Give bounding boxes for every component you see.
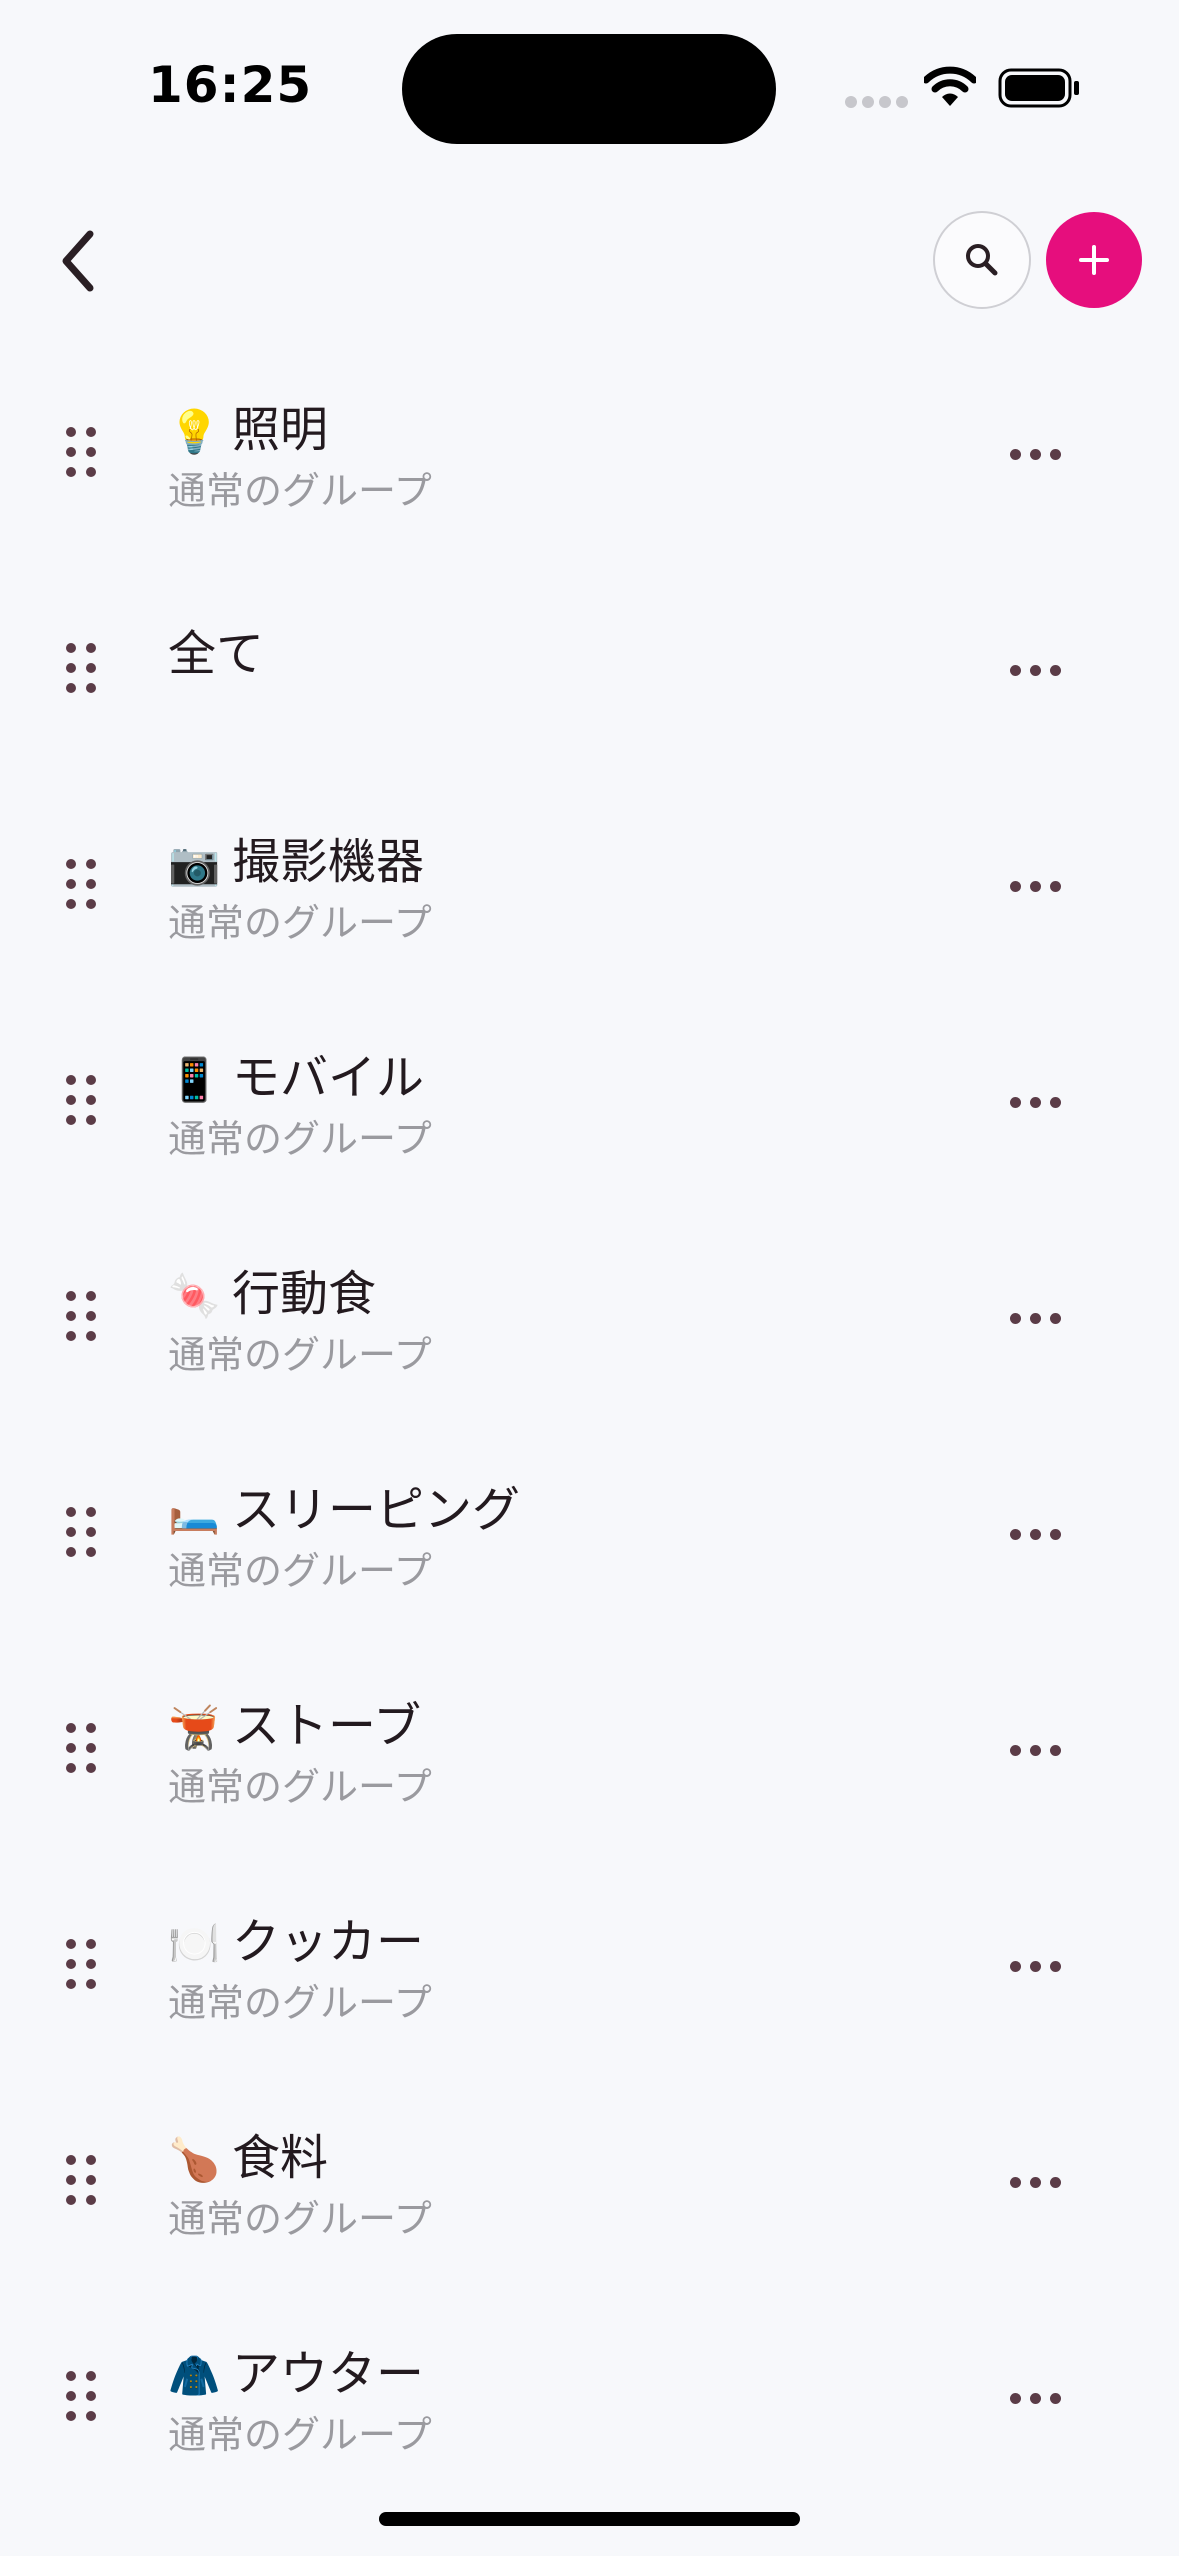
group-name: 行動食: [232, 1266, 377, 1322]
status-time: 16:25: [148, 56, 313, 114]
more-options-icon[interactable]: [1006, 424, 1066, 484]
battery-icon: [998, 68, 1079, 108]
group-type-label: 通常のグループ: [168, 1333, 432, 1377]
group-type-label: 通常のグループ: [168, 901, 432, 945]
group-name: 照明: [232, 402, 329, 458]
group-type-label: 通常のグループ: [168, 1765, 432, 1809]
dynamic-island: [402, 34, 776, 144]
group-name: モバイル: [232, 1050, 425, 1106]
search-button[interactable]: [933, 211, 1031, 309]
group-title: 🫕 ストーブ: [168, 1686, 421, 1756]
drag-handle-icon[interactable]: [66, 2155, 100, 2209]
group-row[interactable]: 📷 撮影機器通常のグループ: [0, 792, 1179, 1008]
more-options-icon[interactable]: [1006, 640, 1066, 700]
group-name: 食料: [232, 2130, 329, 2186]
home-indicator: [379, 2512, 800, 2526]
group-name: 撮影機器: [232, 834, 425, 890]
group-type-label: 通常のグループ: [168, 2413, 432, 2457]
group-emoji-icon: 🫕: [168, 1703, 221, 1752]
drag-handle-icon[interactable]: [66, 643, 100, 697]
group-emoji-icon: 🧥: [168, 2351, 221, 2400]
group-row[interactable]: 🫕 ストーブ通常のグループ: [0, 1656, 1179, 1872]
more-options-icon[interactable]: [1006, 856, 1066, 916]
group-name: アウター: [232, 2346, 425, 2402]
back-button[interactable]: [52, 214, 116, 308]
magnifier-icon: [966, 244, 998, 276]
group-title: 🛏️ スリーピング: [168, 1470, 520, 1540]
drag-handle-icon[interactable]: [66, 859, 100, 913]
more-options-icon[interactable]: [1006, 1288, 1066, 1348]
more-options-icon[interactable]: [1006, 1720, 1066, 1780]
group-title: 📷 撮影機器: [168, 822, 424, 892]
drag-handle-icon[interactable]: [66, 1075, 100, 1129]
drag-handle-icon[interactable]: [66, 1723, 100, 1777]
group-title: 🧥 アウター: [168, 2334, 424, 2404]
group-row[interactable]: 📱 モバイル通常のグループ: [0, 1008, 1179, 1224]
group-emoji-icon: 📷: [168, 839, 221, 888]
group-row[interactable]: 💡 照明通常のグループ: [0, 360, 1179, 576]
group-row[interactable]: 🧥 アウター通常のグループ: [0, 2304, 1179, 2520]
group-name: クッカー: [232, 1914, 425, 1970]
drag-handle-icon[interactable]: [66, 1291, 100, 1345]
group-row[interactable]: 🍗 食料通常のグループ: [0, 2088, 1179, 2304]
group-row[interactable]: 🍽️ クッカー通常のグループ: [0, 1872, 1179, 2088]
group-emoji-icon: 🍗: [168, 2135, 221, 2184]
group-emoji-icon: 🍬: [168, 1271, 221, 1320]
group-type-label: 通常のグループ: [168, 1549, 432, 1593]
wifi-icon: [924, 66, 976, 106]
group-title: 全て: [168, 614, 264, 684]
more-options-icon[interactable]: [1006, 1504, 1066, 1564]
more-options-icon[interactable]: [1006, 2368, 1066, 2428]
drag-handle-icon[interactable]: [66, 1507, 100, 1561]
group-title: 🍬 行動食: [168, 1254, 376, 1324]
more-options-icon[interactable]: [1006, 1072, 1066, 1132]
drag-handle-icon[interactable]: [66, 2371, 100, 2425]
drag-handle-icon[interactable]: [66, 427, 100, 481]
group-emoji-icon: 🛏️: [168, 1487, 221, 1536]
group-row[interactable]: 🛏️ スリーピング通常のグループ: [0, 1440, 1179, 1656]
group-type-label: 通常のグループ: [168, 2197, 432, 2241]
group-type-label: 通常のグループ: [168, 1981, 432, 2025]
group-emoji-icon: 💡: [168, 407, 221, 456]
add-group-button[interactable]: [1046, 212, 1142, 308]
group-type-label: 通常のグループ: [168, 1117, 432, 1161]
group-name: スリーピング: [232, 1482, 521, 1538]
group-name: ストーブ: [232, 1698, 422, 1754]
plus-icon: [1079, 245, 1109, 275]
group-row[interactable]: 🍬 行動食通常のグループ: [0, 1224, 1179, 1440]
group-emoji-icon: 🍽️: [168, 1919, 221, 1968]
group-name: 全て: [168, 626, 265, 682]
chevron-left-icon: [62, 230, 94, 292]
more-options-icon[interactable]: [1006, 2152, 1066, 2212]
drag-handle-icon[interactable]: [66, 1939, 100, 1993]
group-row[interactable]: 全て: [0, 576, 1179, 792]
cellular-signal-icon: [845, 96, 908, 108]
group-title: 🍗 食料: [168, 2118, 328, 2188]
more-options-icon[interactable]: [1006, 1936, 1066, 1996]
group-type-label: 通常のグループ: [168, 469, 432, 513]
group-title: 💡 照明: [168, 390, 328, 460]
screen: 16:25 💡 照明 通常のグループ 全て 📷 撮影機器 通常のグループ 📱 モバイル 通常のグル…: [0, 0, 1179, 2556]
group-title: 🍽️ クッカー: [168, 1902, 424, 1972]
group-title: 📱 モバイル: [168, 1038, 424, 1108]
group-emoji-icon: 📱: [168, 1055, 221, 1104]
